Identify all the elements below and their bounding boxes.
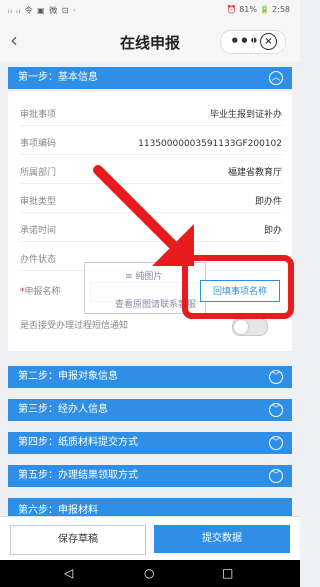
info-row-label: 所属部门	[20, 168, 57, 178]
red-arrow-icon	[93, 165, 194, 266]
step5-header[interactable]: 第五步：办理结果领取方式 ﹀	[8, 465, 292, 487]
step4-header[interactable]: 第四步：纸质材料提交方式 ﹀	[8, 432, 292, 454]
info-row-label: 事项编码	[20, 139, 57, 149]
step3-label: 第三步：经办人信息	[18, 404, 108, 415]
info-row-label: 办件状态	[20, 255, 57, 265]
chevron-down-icon[interactable]: ﹀	[269, 403, 283, 417]
system-back-icon[interactable]: ◁	[64, 566, 73, 581]
step1-label: 第一步：基本信息	[18, 72, 98, 83]
info-row-value: 11350000003591133GF200102	[138, 139, 282, 149]
status-bar: ᵢₗ ᵢₗ 令 ▣ 微 ⊡ · ⏰ 81% 🔋 2:58	[0, 0, 300, 22]
step1-header[interactable]: 第一步：基本信息 ︿	[8, 67, 292, 89]
step6-header[interactable]: 第六步：申报材料	[8, 498, 292, 516]
info-row-value: 即办件	[254, 197, 282, 207]
chevron-down-icon[interactable]: ﹀	[269, 370, 283, 384]
toggle-knob	[234, 320, 248, 334]
nav-bar: ‹ 在线申报 ••• ×	[0, 22, 300, 62]
sms-toggle[interactable]	[232, 318, 268, 336]
info-row-value: 即办	[263, 226, 282, 236]
status-bar-right: ⏰ 81% 🔋 2:58	[226, 5, 290, 14]
apply-name-label-wrap: *申报名称	[20, 282, 61, 302]
system-recent-icon[interactable]: □	[222, 566, 233, 581]
apply-name-label: 申报名称	[24, 287, 61, 297]
step2-label: 第二步：申报对象信息	[18, 371, 118, 382]
info-row-label: 承诺时间	[20, 226, 57, 236]
chevron-down-icon[interactable]: ﹀	[269, 469, 283, 483]
chevron-down-icon[interactable]: ﹀	[269, 436, 283, 450]
info-row-value: 福建省教育厅	[227, 168, 282, 178]
step6-label: 第六步：申报材料	[18, 505, 98, 516]
submit-button[interactable]: 提交数据	[154, 525, 290, 553]
step5-label: 第五步：办理结果领取方式	[18, 470, 138, 481]
info-row: 事项编码 11350000003591133GF200102	[20, 134, 282, 155]
info-row-label: 审批事项	[20, 110, 57, 120]
more-icon[interactable]: •••	[230, 32, 259, 50]
chevron-up-icon[interactable]: ︿	[269, 71, 283, 85]
save-draft-button[interactable]: 保存草稿	[10, 525, 146, 555]
step3-header[interactable]: 第三步：经办人信息 ﹀	[8, 399, 292, 421]
sms-label: 是否接受办理过程短信通知	[20, 321, 129, 331]
close-icon[interactable]: ×	[260, 33, 277, 50]
info-row: 审批事项 毕业生报到证补办	[20, 105, 282, 126]
info-row-value: 毕业生报到证补办	[209, 110, 282, 120]
capsule-divider	[253, 35, 254, 49]
info-row-label: 审批类型	[20, 197, 57, 207]
system-nav-bar: ◁ ○ □	[0, 560, 300, 587]
mini-program-capsule: ••• ×	[220, 30, 286, 54]
footer-bar: 保存草稿 提交数据	[0, 516, 300, 561]
status-bar-left: ᵢₗ ᵢₗ 令 ▣ 微 ⊡ ·	[8, 6, 77, 15]
step4-label: 第四步：纸质材料提交方式	[18, 437, 138, 448]
step2-header[interactable]: 第二步：申报对象信息 ﹀	[8, 366, 292, 388]
system-home-icon[interactable]: ○	[144, 566, 154, 581]
